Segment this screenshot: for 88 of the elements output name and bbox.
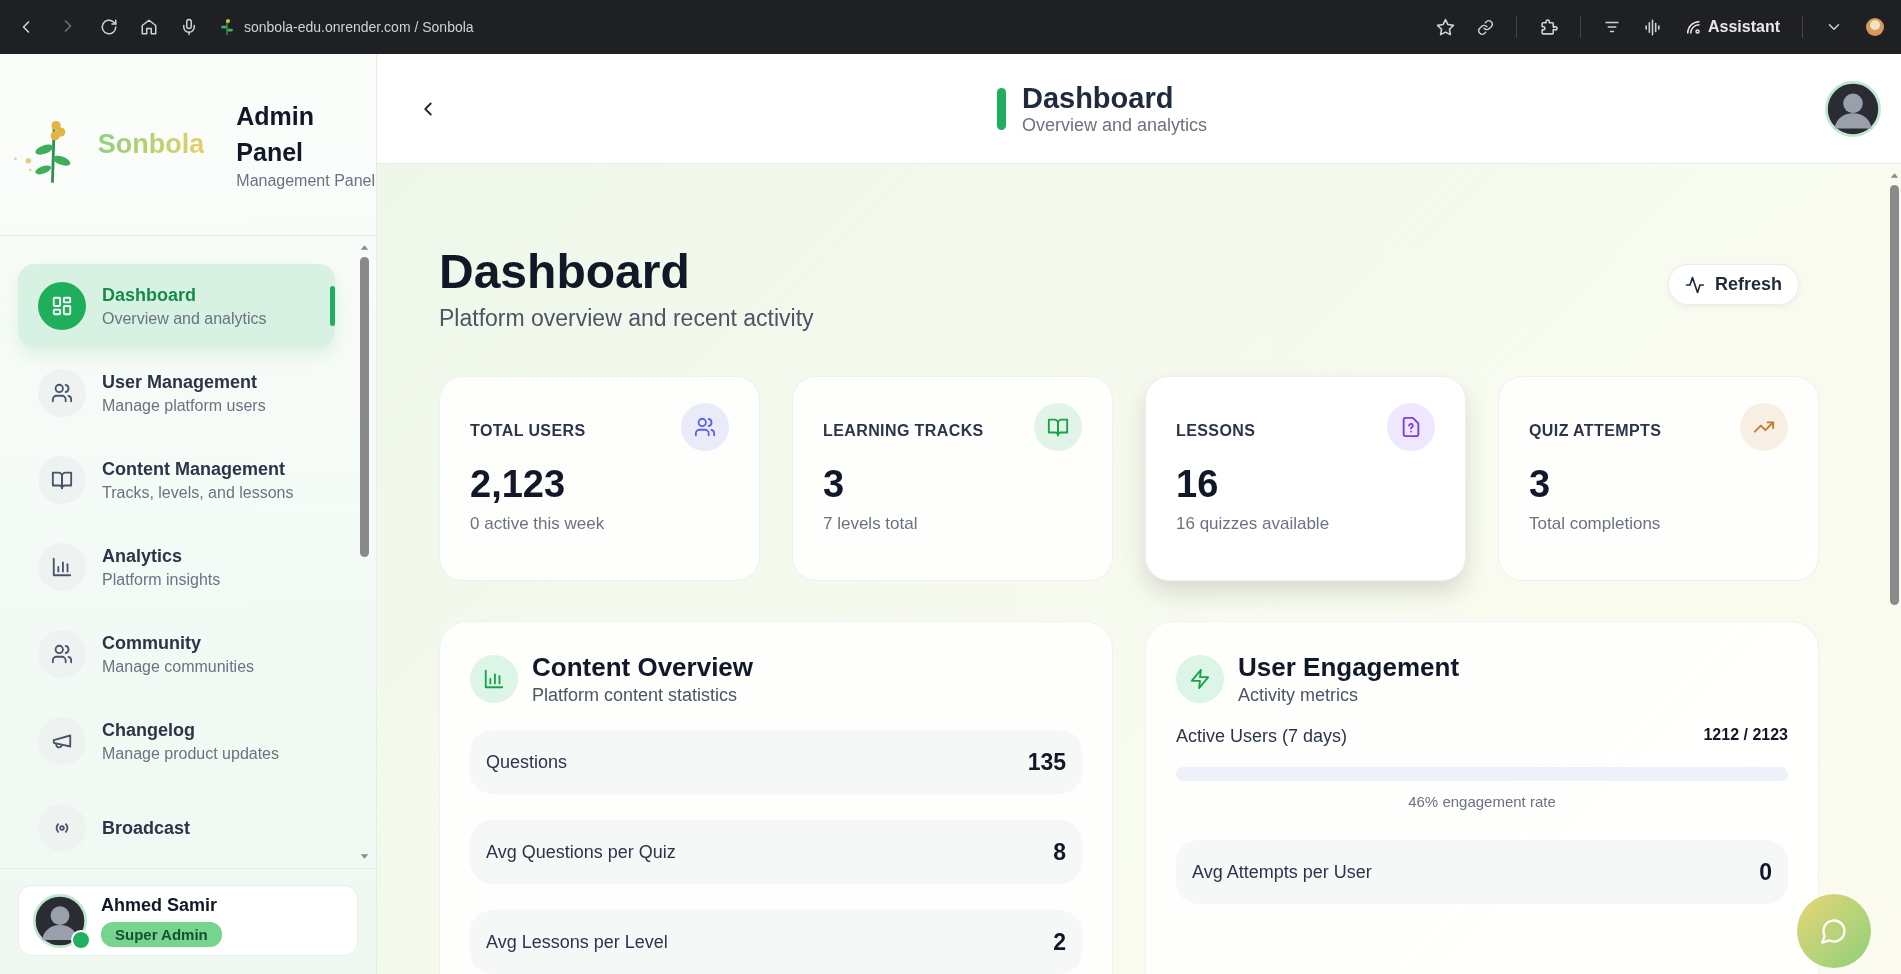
nav-description: Overview and analytics bbox=[102, 308, 267, 329]
scrollbar-thumb[interactable] bbox=[359, 257, 369, 557]
lightning-icon bbox=[1189, 668, 1211, 690]
nav-label: Content Management bbox=[102, 457, 286, 481]
scroll-up-icon[interactable] bbox=[358, 242, 370, 253]
nav-item[interactable]: Community Manage communities bbox=[18, 612, 335, 695]
puzzle-icon[interactable] bbox=[1538, 17, 1558, 37]
stat-value: 3 bbox=[1529, 463, 1552, 506]
stat-note: 0 active this week bbox=[470, 514, 606, 534]
nav-item[interactable]: Changelog Manage product updates bbox=[18, 699, 335, 782]
nav-description: Tracks, levels, and lessons bbox=[102, 482, 294, 503]
engagement-rate: 46% engagement rate bbox=[1407, 793, 1557, 810]
stat-note: 16 quizzes available bbox=[1176, 514, 1331, 534]
nav-item[interactable]: Analytics Platform insights bbox=[18, 525, 335, 608]
metric-label: Active Users (7 days) bbox=[1176, 726, 1348, 747]
scroll-up-icon[interactable] bbox=[1888, 170, 1900, 181]
active-indicator bbox=[330, 286, 335, 326]
pulse-icon bbox=[1684, 274, 1705, 295]
nav-item[interactable]: User Management Manage platform users bbox=[18, 351, 335, 434]
role-badge: Super Admin bbox=[101, 921, 222, 947]
stat-note: Total completions bbox=[1529, 514, 1662, 534]
panel-title: Admin Panel bbox=[236, 101, 316, 168]
nav-description: Platform insights bbox=[102, 569, 221, 590]
nav-label: Broadcast bbox=[102, 816, 191, 840]
row-value: 0 bbox=[1759, 858, 1772, 886]
avatar bbox=[1825, 80, 1881, 137]
microphone-icon[interactable] bbox=[180, 18, 198, 36]
stat-label: QUIZ ATTEMPTS bbox=[1529, 422, 1662, 440]
grid-icon bbox=[51, 294, 73, 317]
scroll-down-icon[interactable] bbox=[358, 851, 370, 862]
row-label: Avg Attempts per User bbox=[1192, 861, 1372, 883]
stat-note: 7 levels total bbox=[823, 514, 919, 534]
users-icon bbox=[51, 381, 73, 404]
row-label: Avg Questions per Quiz bbox=[486, 841, 676, 863]
avatar bbox=[33, 893, 87, 948]
scrollbar-thumb[interactable] bbox=[1889, 185, 1899, 605]
nav-description: Manage communities bbox=[102, 656, 255, 677]
waveform-icon[interactable] bbox=[1642, 17, 1662, 37]
panel-subtitle: Management Panel bbox=[236, 171, 376, 191]
nav-label: Community bbox=[102, 631, 202, 655]
panel-subheading: Activity metrics bbox=[1238, 685, 1359, 706]
panel-subheading: Platform content statistics bbox=[532, 685, 739, 706]
assistant-button[interactable]: Assistant bbox=[1707, 18, 1780, 36]
link-icon[interactable] bbox=[1476, 18, 1494, 36]
star-icon[interactable] bbox=[1435, 17, 1455, 37]
row-label: Questions bbox=[486, 751, 568, 773]
nav-description: Manage product updates bbox=[102, 743, 279, 764]
book-icon bbox=[1047, 416, 1069, 438]
home-icon[interactable] bbox=[140, 18, 158, 36]
stat-label: LESSONS bbox=[1176, 422, 1256, 440]
panel-heading: User Engagement bbox=[1238, 652, 1460, 683]
nav-item[interactable]: Dashboard Overview and analytics bbox=[18, 264, 335, 347]
nav-label: User Management bbox=[102, 370, 259, 394]
address-text[interactable]: sonbola-edu.onrender.com / Sonbola bbox=[244, 19, 474, 35]
row-value: 2 bbox=[1053, 928, 1066, 956]
nav-description: Manage platform users bbox=[102, 395, 266, 416]
row-value: 135 bbox=[1027, 748, 1066, 776]
users-icon bbox=[51, 642, 73, 665]
profile-icon[interactable] bbox=[1865, 17, 1885, 37]
question-file-icon bbox=[1400, 416, 1422, 438]
user-name: Ahmed Samir bbox=[101, 894, 219, 916]
metric-value: 1212 / 2123 bbox=[1703, 726, 1788, 745]
stat-label: TOTAL USERS bbox=[470, 422, 586, 440]
bar-chart-icon bbox=[51, 555, 73, 578]
reload-icon[interactable] bbox=[100, 18, 118, 36]
nav-item[interactable]: Content Management Tracks, levels, and lessons bbox=[18, 438, 335, 521]
row-label: Avg Lessons per Level bbox=[486, 931, 668, 953]
header-title: Dashboard bbox=[1021, 81, 1175, 115]
row-value: 8 bbox=[1053, 838, 1066, 866]
panel-heading: Content Overview bbox=[532, 652, 754, 683]
page-title: Dashboard bbox=[439, 244, 691, 299]
nav-item[interactable]: Broadcast bbox=[18, 786, 335, 868]
page-subtitle: Platform overview and recent activity bbox=[439, 305, 814, 332]
nav-label: Analytics bbox=[102, 544, 184, 568]
bar-chart-icon bbox=[483, 668, 505, 690]
nav-label: Changelog bbox=[102, 718, 196, 742]
accent-bar bbox=[996, 87, 1006, 130]
nav-label: Dashboard bbox=[102, 283, 198, 307]
user-card[interactable]: Ahmed Samir Super Admin bbox=[18, 885, 358, 956]
stat-label: LEARNING TRACKS bbox=[823, 422, 984, 440]
chat-bubble-icon bbox=[1820, 917, 1848, 945]
refresh-button[interactable]: Refresh bbox=[1667, 264, 1799, 305]
header-subtitle: Overview and analytics bbox=[1021, 114, 1208, 136]
stat-value: 16 bbox=[1176, 463, 1220, 506]
users-icon bbox=[694, 416, 716, 438]
sprout-icon bbox=[220, 18, 234, 36]
stat-value: 3 bbox=[823, 463, 846, 506]
stat-value: 2,123 bbox=[470, 463, 567, 506]
